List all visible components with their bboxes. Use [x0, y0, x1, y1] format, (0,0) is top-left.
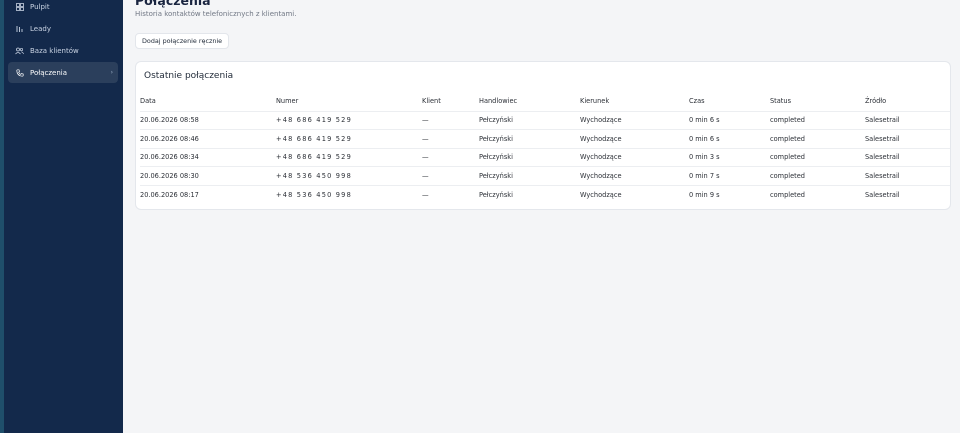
main-content: Połączenia Historia kontaktów telefonicz…: [123, 0, 960, 433]
sidebar-nav: Pulpit Leady Baza klientów Połączenia ›: [8, 0, 118, 84]
cell-status: completed: [770, 166, 865, 185]
cell-direction: Wychodzące: [580, 110, 689, 130]
add-call-button[interactable]: Dodaj połączenie ręcznie: [135, 33, 230, 49]
cell-status: completed: [770, 147, 865, 167]
cell-number: +48 686 419 529: [276, 147, 422, 167]
table-row[interactable]: 20.06.2026 08:58 +48 686 419 529 — Pełcz…: [140, 110, 950, 130]
sidebar-item-label: Leady: [30, 24, 51, 33]
cell-client: —: [422, 184, 479, 204]
cell-date: 20.06.2026 08:58: [140, 110, 276, 130]
table-row[interactable]: 20.06.2026 08:17 +48 536 450 998 — Pełcz…: [140, 184, 950, 204]
sidebar-item-label: Połączenia: [30, 68, 68, 77]
users-icon: [15, 46, 24, 55]
cell-client: —: [422, 166, 479, 185]
sidebar-edge: [0, 0, 4, 433]
cell-client: —: [422, 129, 479, 148]
sidebar-item-pulpit[interactable]: Pulpit: [8, 0, 118, 17]
cell-direction: Wychodzące: [580, 166, 689, 185]
cell-source: Salesetrail: [865, 166, 950, 185]
cell-agent: Pełczyński: [479, 147, 580, 167]
column-header-klient[interactable]: Klient: [422, 92, 479, 111]
column-header-kierunek[interactable]: Kierunek: [580, 92, 689, 111]
cell-direction: Wychodzące: [580, 129, 689, 148]
cell-source: Salesetrail: [865, 110, 950, 130]
cell-duration: 0 min 6 s: [689, 110, 770, 130]
column-header-data[interactable]: Data: [140, 92, 276, 111]
page-title: Połączenia: [135, 0, 211, 8]
cell-agent: Pełczyński: [479, 129, 580, 148]
calls-table: Data Numer Klient Handlowiec Kierunek Cz…: [140, 92, 950, 204]
chevron-right-icon: ›: [110, 69, 113, 76]
recent-calls-card: Ostatnie połączenia Data Numer Klient Ha…: [135, 61, 951, 210]
cell-duration: 0 min 3 s: [689, 147, 770, 167]
phone-icon: [15, 68, 24, 77]
cell-number: +48 686 419 529: [276, 110, 422, 130]
cell-agent: Pełczyński: [479, 166, 580, 185]
column-header-zrodlo[interactable]: Źródło: [865, 92, 950, 111]
cell-number: +48 686 419 529: [276, 129, 422, 148]
cell-direction: Wychodzące: [580, 184, 689, 204]
table-row[interactable]: 20.06.2026 08:46 +48 686 419 529 — Pełcz…: [140, 129, 950, 148]
cell-source: Salesetrail: [865, 147, 950, 167]
column-header-status[interactable]: Status: [770, 92, 865, 111]
cell-status: completed: [770, 129, 865, 148]
cell-client: —: [422, 147, 479, 167]
page-subtitle: Historia kontaktów telefonicznych z klie…: [135, 10, 297, 18]
cell-agent: Pełczyński: [479, 110, 580, 130]
dashboard-icon: [15, 2, 24, 11]
sidebar-item-leady[interactable]: Leady: [8, 18, 118, 39]
sidebar-item-baza-klientow[interactable]: Baza klientów: [8, 40, 118, 61]
cell-duration: 0 min 9 s: [689, 184, 770, 204]
table-row[interactable]: 20.06.2026 08:34 +48 686 419 529 — Pełcz…: [140, 147, 950, 167]
sidebar-item-label: Pulpit: [30, 2, 50, 11]
cell-number: +48 536 450 998: [276, 184, 422, 204]
cell-duration: 0 min 7 s: [689, 166, 770, 185]
column-header-handlowiec[interactable]: Handlowiec: [479, 92, 580, 111]
card-title: Ostatnie połączenia: [144, 71, 234, 81]
cell-date: 20.06.2026 08:30: [140, 166, 276, 185]
cell-status: completed: [770, 110, 865, 130]
cell-client: —: [422, 110, 479, 130]
sidebar-item-polaczenia[interactable]: Połączenia ›: [8, 62, 118, 83]
cell-date: 20.06.2026 08:46: [140, 129, 276, 148]
leads-icon: [15, 24, 24, 33]
cell-duration: 0 min 6 s: [689, 129, 770, 148]
cell-date: 20.06.2026 08:34: [140, 147, 276, 167]
table-header-row: Data Numer Klient Handlowiec Kierunek Cz…: [140, 92, 950, 111]
table-row[interactable]: 20.06.2026 08:30 +48 536 450 998 — Pełcz…: [140, 166, 950, 185]
cell-source: Salesetrail: [865, 129, 950, 148]
cell-date: 20.06.2026 08:17: [140, 184, 276, 204]
cell-direction: Wychodzące: [580, 147, 689, 167]
cell-agent: Pełczyński: [479, 184, 580, 204]
cell-number: +48 536 450 998: [276, 166, 422, 185]
cell-source: Salesetrail: [865, 184, 950, 204]
cell-status: completed: [770, 184, 865, 204]
sidebar-item-label: Baza klientów: [30, 46, 79, 55]
column-header-czas[interactable]: Czas: [689, 92, 770, 111]
column-header-numer[interactable]: Numer: [276, 92, 422, 111]
sidebar: Pulpit Leady Baza klientów Połączenia ›: [0, 0, 123, 433]
